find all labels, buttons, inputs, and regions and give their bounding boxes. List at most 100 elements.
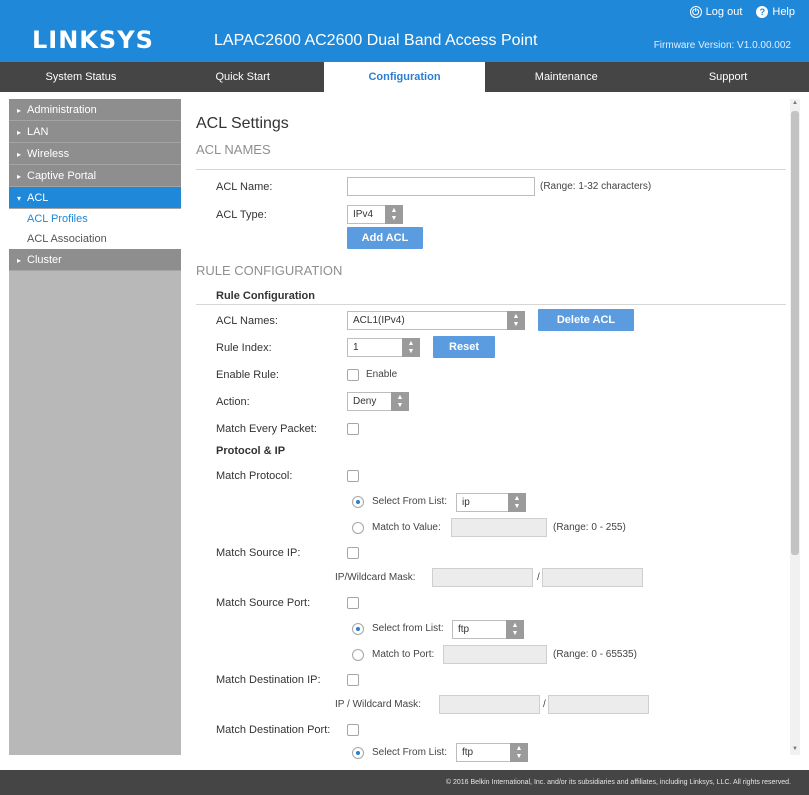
acl-name-label: ACL Name: (216, 181, 273, 193)
power-icon: ⏻ (689, 6, 702, 18)
protocol-value-input[interactable] (451, 518, 547, 537)
acl-name-range-hint: (Range: 1-32 characters) (540, 181, 652, 192)
tab-configuration[interactable]: Configuration (323, 62, 486, 92)
match-every-packet-label: Match Every Packet: (216, 423, 317, 435)
caret-right-icon: ▸ (17, 128, 22, 137)
sidebar-subitem-acl-association[interactable]: ACL Association (9, 229, 181, 249)
sidebar-item-label: Captive Portal (27, 170, 97, 182)
page-title: ACL Settings (196, 115, 289, 132)
enable-text: Enable (366, 369, 398, 380)
match-source-ip-label: Match Source IP: (216, 547, 301, 559)
sidebar-item-lan[interactable]: ▸ LAN (9, 121, 181, 143)
sidebar-item-captive-portal[interactable]: ▸ Captive Portal (9, 165, 181, 187)
destination-port-select-list-radio[interactable] (352, 747, 364, 759)
match-to-value-label: Match to Value: (372, 522, 441, 533)
action-select[interactable]: Deny ▲ ▼ (347, 392, 409, 411)
updown-arrow-icon: ▲ ▼ (510, 743, 528, 762)
match-destination-port-checkbox[interactable] (347, 724, 359, 736)
match-protocol-label: Match Protocol: (216, 470, 293, 482)
protocol-list-value: ip (462, 497, 470, 508)
source-port-match-radio[interactable] (352, 649, 364, 661)
caret-down-icon: ▾ (17, 194, 22, 203)
caret-right-icon: ▸ (17, 150, 22, 159)
main-content: ACL Settings ACL NAMES ACL Name: (Range:… (196, 99, 788, 762)
protocol-range-hint: (Range: 0 - 255) (553, 522, 626, 533)
sidebar-item-wireless[interactable]: ▸ Wireless (9, 143, 181, 165)
tab-quick-start[interactable]: Quick Start (162, 62, 324, 92)
help-label: Help (772, 6, 795, 18)
rule-configuration-section-title: RULE CONFIGURATION (196, 263, 343, 278)
protocol-select-from-list-radio[interactable] (352, 496, 364, 508)
destination-select-from-list-label: Select From List: (372, 747, 448, 758)
sidebar-subitem-acl-profiles[interactable]: ACL Profiles (9, 209, 181, 229)
scroll-up-arrow-icon[interactable]: ▲ (791, 100, 799, 108)
acl-type-value: IPv4 (353, 209, 374, 220)
slash-separator: / (537, 572, 540, 583)
match-to-port-label: Match to Port: (372, 649, 435, 660)
product-title: LAPAC2600 AC2600 Dual Band Access Point (214, 32, 538, 49)
match-destination-ip-label: Match Destination IP: (216, 674, 321, 686)
logout-label: Log out (705, 6, 743, 18)
acl-type-label: ACL Type: (216, 209, 267, 221)
action-value: Deny (353, 396, 377, 407)
match-every-packet-checkbox[interactable] (347, 423, 359, 435)
firmware-version: Firmware Version: V1.0.00.002 (653, 40, 791, 51)
acl-names-select[interactable]: ACL1(IPv4) ▲ ▼ (347, 311, 525, 330)
main-nav: System Status Quick Start Configuration … (0, 62, 809, 92)
protocol-ip-subheading: Protocol & IP (216, 445, 286, 457)
logout-link[interactable]: ⏻ Log out (689, 6, 743, 18)
sidebar-item-acl[interactable]: ▾ ACL (9, 187, 181, 209)
sidebar-item-label: Wireless (27, 148, 70, 160)
tab-support[interactable]: Support (647, 62, 809, 92)
acl-type-select[interactable]: IPv4 ▲ ▼ (347, 205, 403, 224)
help-link[interactable]: ? Help (756, 6, 795, 18)
slash-separator: / (543, 699, 546, 710)
match-source-ip-checkbox[interactable] (347, 547, 359, 559)
vertical-scrollbar[interactable]: ▲ ▼ (790, 99, 800, 755)
source-port-input[interactable] (443, 645, 547, 664)
source-port-select-list-radio[interactable] (352, 623, 364, 635)
destination-ip-mask-label: IP / Wildcard Mask: (335, 699, 421, 710)
footer: © 2016 Belkin International, Inc. and/or… (0, 770, 809, 795)
destination-mask-input[interactable] (548, 695, 649, 714)
tab-maintenance[interactable]: Maintenance (485, 62, 647, 92)
updown-arrow-icon: ▲ ▼ (507, 311, 525, 330)
acl-name-input[interactable] (347, 177, 535, 196)
updown-arrow-icon: ▲ ▼ (402, 338, 420, 357)
sidebar-item-administration[interactable]: ▸ Administration (9, 99, 181, 121)
updown-arrow-icon: ▲ ▼ (391, 392, 409, 411)
rule-index-label: Rule Index: (216, 342, 272, 354)
rule-index-select[interactable]: 1 ▲ ▼ (347, 338, 420, 357)
destination-port-select[interactable]: ftp ▲ ▼ (456, 743, 528, 762)
source-mask-input[interactable] (542, 568, 643, 587)
acl-names-value: ACL1(IPv4) (353, 315, 405, 326)
enable-rule-label: Enable Rule: (216, 369, 279, 381)
delete-acl-button[interactable]: Delete ACL (538, 309, 634, 331)
sidebar-item-cluster[interactable]: ▸ Cluster (9, 249, 181, 271)
add-acl-button[interactable]: Add ACL (347, 227, 423, 249)
source-port-value: ftp (458, 624, 470, 635)
source-port-select[interactable]: ftp ▲ ▼ (452, 620, 524, 639)
protocol-match-value-radio[interactable] (352, 522, 364, 534)
action-label: Action: (216, 396, 250, 408)
scroll-down-arrow-icon[interactable]: ▼ (791, 746, 799, 754)
protocol-list-select[interactable]: ip ▲ ▼ (456, 493, 526, 512)
reset-button[interactable]: Reset (433, 336, 495, 358)
linksys-logo: LINKSYS (32, 26, 154, 54)
sidebar-item-label: Administration (27, 104, 97, 116)
match-source-port-checkbox[interactable] (347, 597, 359, 609)
header-bar: LINKSYS LAPAC2600 AC2600 Dual Band Acces… (0, 0, 809, 62)
sidebar-item-label: LAN (27, 126, 49, 138)
destination-ip-input[interactable] (439, 695, 540, 714)
tab-system-status[interactable]: System Status (0, 62, 162, 92)
match-destination-ip-checkbox[interactable] (347, 674, 359, 686)
rule-index-value: 1 (353, 342, 359, 353)
sidebar-item-label: Cluster (27, 254, 62, 266)
enable-rule-checkbox[interactable] (347, 369, 359, 381)
destination-port-value: ftp (462, 747, 474, 758)
match-protocol-checkbox[interactable] (347, 470, 359, 482)
caret-right-icon: ▸ (17, 106, 22, 115)
rule-configuration-subheading: Rule Configuration (216, 290, 315, 302)
scrollbar-thumb[interactable] (791, 111, 799, 555)
source-ip-input[interactable] (432, 568, 533, 587)
